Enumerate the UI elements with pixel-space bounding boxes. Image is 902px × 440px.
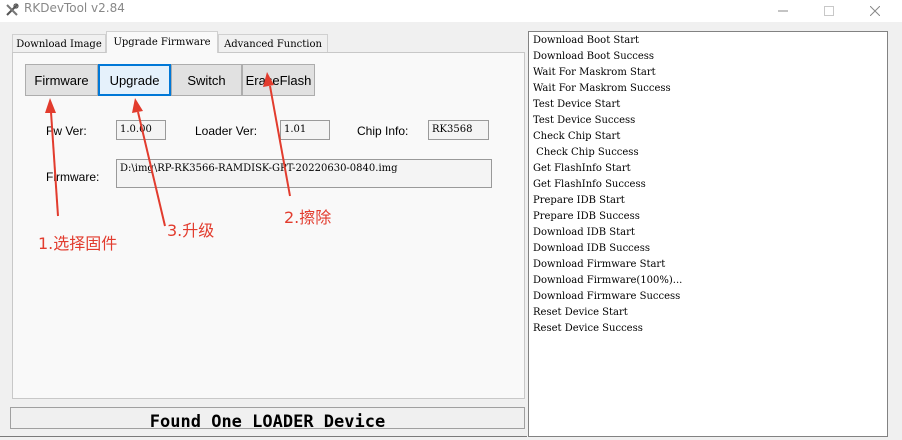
status-text: Found One LOADER Device — [149, 412, 386, 432]
log-line: Wait For Maskrom Success — [533, 83, 671, 94]
loader-ver-label: Loader Ver: — [195, 124, 258, 138]
log-line: Prepare IDB Start — [533, 195, 625, 206]
log-line: Download IDB Success — [533, 243, 650, 254]
log-line: Reset Device Success — [533, 323, 643, 334]
status-bar: Found One LOADER Device — [10, 407, 525, 432]
chip-info-label: Chip Info: — [357, 124, 409, 138]
upgrade-firmware-panel — [12, 52, 525, 399]
firmware-label: Firmware: — [46, 170, 100, 184]
annotation-step-3: 3.升级 — [167, 221, 215, 240]
log-line: Get FlashInfo Success — [533, 179, 646, 190]
minimize-button[interactable] — [760, 0, 806, 22]
tab-advanced-function[interactable]: Advanced Function — [218, 34, 328, 53]
annotation-step-1: 1.选择固件 — [38, 234, 118, 253]
tab-download-image[interactable]: Download Image — [12, 34, 106, 53]
log-line: Download Boot Success — [533, 51, 655, 62]
chip-info-field: RK3568 — [428, 120, 489, 140]
close-button[interactable] — [852, 0, 898, 22]
maximize-icon — [824, 6, 834, 16]
fw-ver-field: 1.0.00 — [116, 120, 166, 140]
app-tools-icon — [4, 2, 20, 18]
log-line: Test Device Success — [533, 115, 636, 126]
log-panel[interactable]: Download Boot Start Download Boot Success… — [528, 31, 888, 437]
maximize-button[interactable] — [806, 0, 852, 22]
log-line: Check Chip Success — [533, 147, 639, 158]
log-line: Download IDB Start — [533, 227, 635, 238]
log-line: Download Firmware Success — [533, 291, 681, 302]
minimize-icon — [778, 10, 788, 12]
switch-button[interactable]: Switch — [171, 64, 242, 96]
close-icon — [870, 6, 880, 16]
firmware-path-field[interactable]: D:\img\RP-RK3566-RAMDISK-GPT-20220630-08… — [116, 159, 492, 188]
log-line: Download Firmware Start — [533, 259, 666, 270]
log-line: Download Firmware(100%)... — [533, 275, 683, 286]
log-line: Download Boot Start — [533, 35, 640, 46]
fw-ver-label: Fw Ver: — [46, 124, 87, 138]
log-line: Get FlashInfo Start — [533, 163, 631, 174]
log-line: Test Device Start — [533, 99, 621, 110]
log-line: Reset Device Start — [533, 307, 628, 318]
log-line: Prepare IDB Success — [533, 211, 640, 222]
loader-ver-field: 1.01 — [280, 120, 330, 140]
window-title: RKDevTool v2.84 — [24, 1, 125, 15]
log-line: Check Chip Start — [533, 131, 621, 142]
title-bar: RKDevTool v2.84 — [0, 0, 902, 22]
erase-flash-button[interactable]: EraseFlash — [242, 64, 315, 96]
bottom-divider — [0, 436, 527, 437]
log-line: Wait For Maskrom Start — [533, 67, 656, 78]
annotation-step-2: 2.擦除 — [284, 208, 332, 227]
upgrade-button[interactable]: Upgrade — [98, 64, 171, 96]
firmware-button[interactable]: Firmware — [25, 64, 98, 96]
tab-upgrade-firmware[interactable]: Upgrade Firmware — [106, 31, 218, 53]
